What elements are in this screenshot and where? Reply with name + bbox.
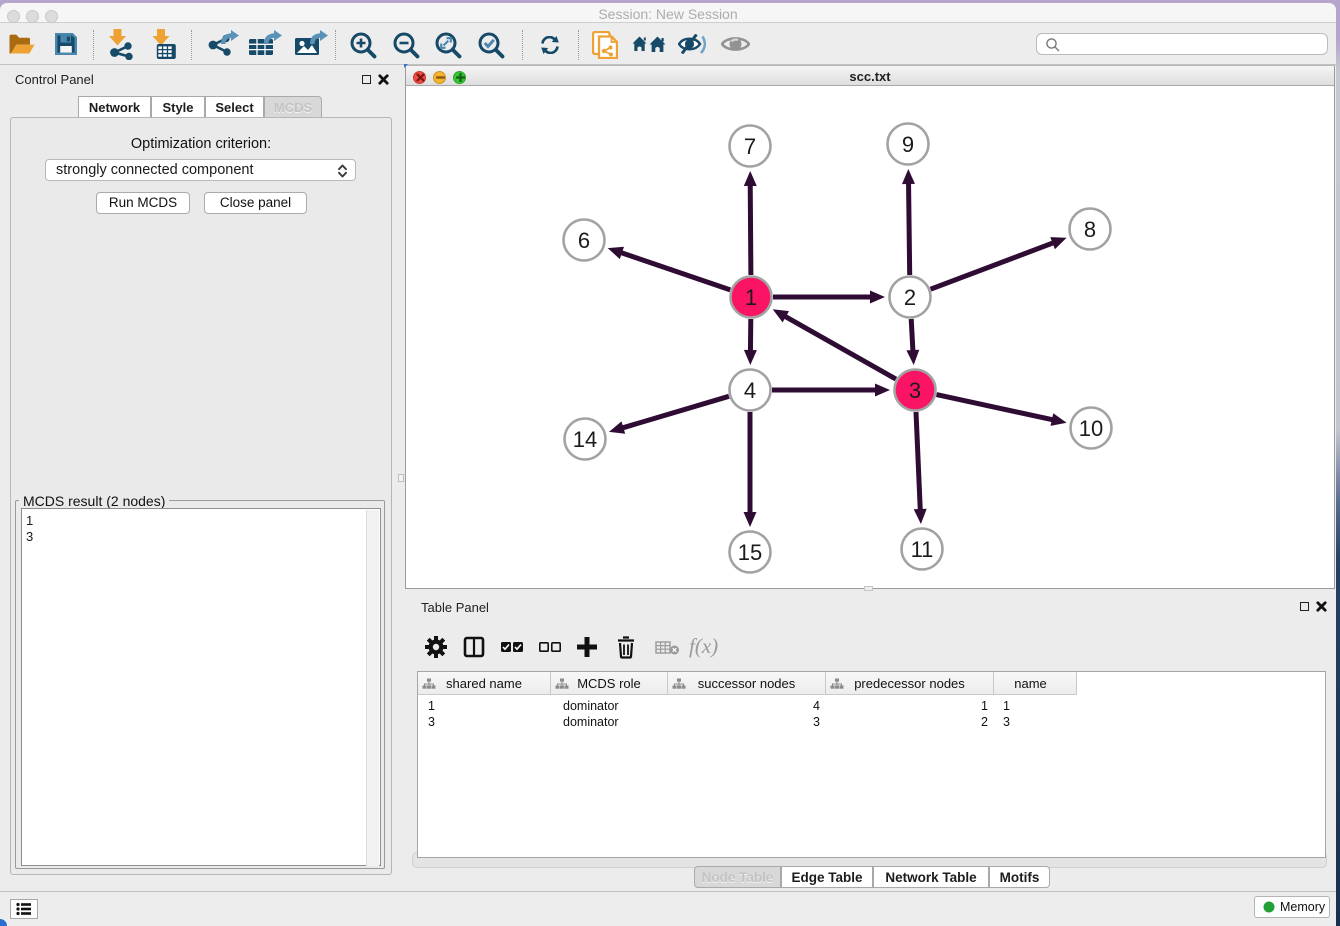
svg-text:2: 2 — [904, 285, 916, 310]
svg-text:4: 4 — [744, 378, 756, 403]
svg-text:14: 14 — [573, 427, 597, 452]
svg-text:10: 10 — [1079, 416, 1103, 441]
svg-text:9: 9 — [902, 132, 914, 157]
svg-text:3: 3 — [909, 378, 921, 403]
svg-text:7: 7 — [744, 134, 756, 159]
svg-text:1: 1 — [745, 285, 757, 310]
svg-text:6: 6 — [578, 228, 590, 253]
svg-text:8: 8 — [1084, 217, 1096, 242]
svg-text:11: 11 — [911, 537, 934, 562]
svg-text:15: 15 — [738, 540, 762, 565]
